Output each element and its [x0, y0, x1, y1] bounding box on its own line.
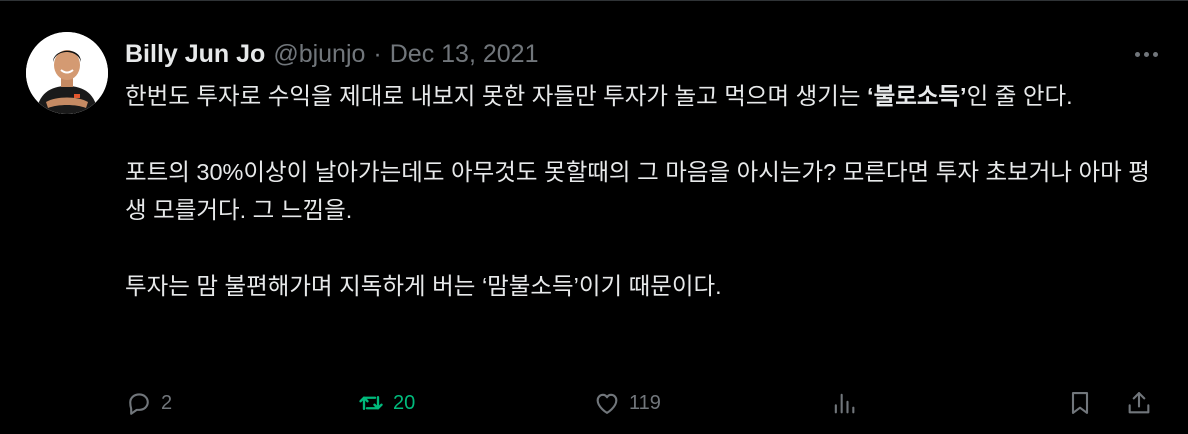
author-handle[interactable]: @bjunjo: [273, 37, 365, 71]
reply-count: 2: [161, 391, 173, 414]
more-dot: [1135, 51, 1140, 57]
share-button[interactable]: [1125, 386, 1153, 420]
retweet-count: 20: [393, 391, 416, 414]
retweet-icon: [357, 389, 385, 417]
header-separator: ·: [373, 40, 382, 68]
tweet-content: Billy Jun Jo @bjunjo · Dec 13, 2021 한번도 …: [125, 37, 1162, 305]
share-icon: [1125, 389, 1153, 417]
tweet-actions: 2 20 119: [125, 386, 1162, 420]
like-button[interactable]: 119: [593, 386, 661, 420]
tweet-header: Billy Jun Jo @bjunjo · Dec 13, 2021: [125, 37, 1162, 71]
like-count: 119: [629, 391, 661, 414]
tweet-paragraph-3: 투자는 맘 불편해가며 지독하게 버는 ‘맘불소득’이기 때문이다.: [125, 273, 722, 299]
tweet-paragraph-1: 한번도 투자로 수익을 제대로 내보지 못한 자들만 투자가 놀고 먹으며 생기…: [125, 77, 1165, 115]
more-dot: [1144, 51, 1149, 57]
heart-icon: [593, 389, 621, 417]
tweet-card[interactable]: Billy Jun Jo @bjunjo · Dec 13, 2021 한번도 …: [0, 0, 1188, 434]
bookmark-button[interactable]: [1066, 386, 1094, 420]
tweet-date[interactable]: Dec 13, 2021: [390, 37, 539, 71]
retweet-button[interactable]: 20: [357, 386, 415, 420]
more-dot: [1153, 51, 1158, 57]
reply-button[interactable]: 2: [125, 386, 172, 420]
reply-icon: [125, 389, 153, 417]
tweet-paragraph-2: 포트의 30%이상이 날아가는데도 아무것도 못할때의 그 마음을 아시는가? …: [125, 159, 1150, 223]
bookmark-icon: [1066, 389, 1094, 417]
tweet-text-segment: 인 줄 안다.: [966, 83, 1073, 109]
avatar-image: [26, 32, 108, 114]
more-icon[interactable]: [1131, 37, 1162, 71]
analytics-icon: [830, 389, 858, 417]
analytics-button[interactable]: [830, 386, 858, 420]
author-display-name[interactable]: Billy Jun Jo: [125, 37, 265, 71]
avatar[interactable]: [26, 32, 108, 114]
tweet-text-segment: 한번도 투자로 수익을 제대로 내보지 못한 자들만 투자가 놀고 먹으며 생기…: [125, 83, 868, 109]
tweet-text-bold: ‘불로소득’: [867, 83, 967, 109]
tweet-text: 한번도 투자로 수익을 제대로 내보지 못한 자들만 투자가 놀고 먹으며 생기…: [125, 77, 1165, 305]
